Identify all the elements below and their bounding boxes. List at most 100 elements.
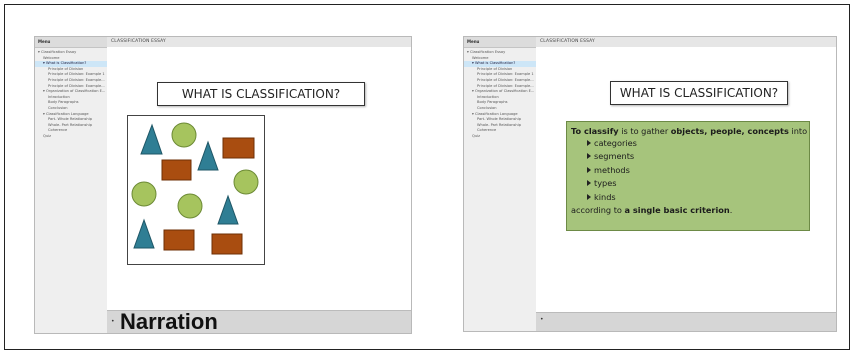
menu-item-label: Principle of Division [477, 66, 513, 71]
expand-arrow-icon[interactable]: ▾ [43, 61, 45, 65]
menu-item[interactable]: ▾ Organization of Classification E... [464, 89, 536, 95]
definition-bullet: types [571, 177, 805, 190]
menu-item[interactable]: Quiz [464, 134, 536, 140]
definition-objects: objects, people, concepts [670, 126, 789, 136]
menu-item-label: Whole- Part Relationship [48, 122, 92, 127]
menu-item-label: Welcome [43, 55, 60, 60]
definition-bullet-label: kinds [594, 191, 616, 202]
rectangle-shape [163, 229, 195, 251]
slide-content-area: CLASSIFICATION ESSAY WHAT IS CLASSIFICAT… [536, 37, 836, 331]
definition-lead: To classify is to gather objects, people… [571, 125, 808, 137]
menu-item-label: Principle of Division [48, 66, 84, 71]
definition-text: is to gather [618, 126, 671, 136]
triangle-shape [217, 194, 239, 225]
menu-item-label: Part- Whole Relationship [477, 117, 521, 122]
definition-text: according to [571, 205, 625, 216]
definition-foot: according to a single basic criterion. [571, 204, 805, 216]
menu-item-label: Principle of Division: Example... [477, 83, 534, 88]
triangle-bullet-icon [587, 180, 591, 187]
definition-bullet: methods [571, 164, 805, 177]
expand-arrow-icon[interactable]: ▾ [43, 89, 45, 93]
menu-item-label: Classification Essay [40, 50, 77, 54]
right-course-screenshot: Menu ▾ Classification Essay Welcome ▾ What… [463, 36, 837, 332]
narration-label: Narration [120, 309, 218, 334]
menu-item-label: Conclusion [477, 105, 497, 110]
definition-box: To classify is to gather objects, people… [566, 121, 810, 231]
slide-title: WHAT IS CLASSIFICATION? [610, 81, 788, 105]
menu-item-label: Principle of Division: Example... [477, 77, 534, 82]
circle-shape [131, 181, 157, 207]
menu-item-label: What is Classification? [474, 61, 516, 66]
narration-bar: • Narration [107, 310, 411, 333]
expand-arrow-icon[interactable]: ▾ [43, 112, 45, 116]
triangle-bullet-icon [587, 140, 591, 146]
definition-bullet: kinds [571, 191, 805, 204]
menu-header: Menu [464, 37, 536, 48]
shapes-illustration [131, 122, 259, 255]
menu-item-label: Introduction [477, 94, 499, 99]
menu-item[interactable]: Quiz [35, 134, 107, 140]
content-title: CLASSIFICATION ESSAY [107, 37, 411, 47]
definition-text: . [729, 205, 733, 216]
menu-item-label: Part- Whole Relationship [48, 117, 92, 122]
narration-toggle-icon[interactable]: • [111, 318, 115, 325]
menu-item-label: Introduction [48, 94, 70, 99]
menu-item-label: Body Paragraphs [48, 100, 79, 105]
menu-item-label: Coherence [48, 128, 68, 133]
circle-shape [177, 193, 203, 219]
triangle-shape [133, 218, 155, 249]
narration-toggle-icon[interactable]: • [540, 316, 544, 323]
definition-bullet-label: types [594, 178, 617, 189]
menu-item-label: Body Paragraphs [477, 100, 508, 105]
menu-item-label: Whole- Part Relationship [477, 122, 521, 127]
menu-item-label: Principle of Division: Example 1 [48, 72, 105, 77]
course-menu-list: ▾ Classification Essay Welcome ▾ What is C… [464, 48, 536, 140]
circle-shape [233, 169, 259, 195]
course-menu-list: ▾ Classification Essay Welcome ▾ What is C… [35, 48, 107, 140]
definition-bullet: segments [571, 150, 805, 163]
left-course-screenshot: Menu ▾ Classification Essay Welcome ▾ What… [34, 36, 412, 334]
definition-bullet-label: methods [594, 164, 630, 175]
content-title: CLASSIFICATION ESSAY [536, 37, 836, 47]
expand-arrow-icon[interactable]: ▾ [472, 61, 474, 65]
menu-item-label: Quiz [43, 133, 51, 138]
menu-item-label: Organization of Classification E... [474, 89, 535, 94]
triangle-shape [140, 123, 163, 155]
definition-bullet-label: segments [594, 151, 635, 162]
narration-bar: • [536, 312, 836, 331]
definition-term: To classify [571, 126, 619, 136]
menu-item-label: Classification Essay [469, 50, 506, 54]
rectangle-shape [211, 233, 243, 255]
definition-bullet-label: categories [594, 138, 637, 148]
menu-item-label: Classification Language [474, 111, 518, 116]
expand-arrow-icon[interactable]: ▾ [38, 50, 40, 54]
rectangle-shape [161, 159, 192, 181]
course-menu-panel: Menu ▾ Classification Essay Welcome ▾ What… [464, 37, 537, 331]
menu-item-label: Conclusion [48, 105, 68, 110]
shapes-panel [127, 115, 265, 265]
slide-content-area: CLASSIFICATION ESSAY WHAT IS CLASSIFICAT… [107, 37, 411, 333]
menu-item-label: Quiz [472, 133, 480, 138]
menu-item-label: Principle of Division: Example 1 [477, 72, 534, 77]
menu-item[interactable]: ▾ Organization of Classification E... [35, 89, 107, 95]
menu-item-label: Welcome [472, 55, 489, 60]
menu-item-label: Principle of Division: Example... [48, 83, 105, 88]
expand-arrow-icon[interactable]: ▾ [472, 89, 474, 93]
triangle-bullet-icon [587, 166, 591, 173]
slide-title: WHAT IS CLASSIFICATION? [157, 82, 365, 106]
menu-item-label: Organization of Classification E... [45, 89, 106, 94]
definition-text: into [788, 126, 808, 136]
expand-arrow-icon[interactable]: ▾ [467, 50, 469, 54]
definition-criterion: a single basic criterion [624, 205, 730, 216]
definition-bullet-list: categories segments methods types kinds [571, 137, 805, 204]
triangle-bullet-icon [587, 193, 591, 200]
rectangle-shape [222, 137, 255, 159]
triangle-shape [197, 140, 219, 171]
menu-header: Menu [35, 37, 107, 48]
triangle-bullet-icon [587, 153, 591, 160]
expand-arrow-icon[interactable]: ▾ [472, 112, 474, 116]
menu-item-label: Coherence [477, 128, 497, 133]
menu-item-label: Classification Language [45, 111, 89, 116]
menu-item-label: Principle of Division: Example... [48, 77, 105, 82]
definition-bullet: categories [571, 137, 805, 150]
